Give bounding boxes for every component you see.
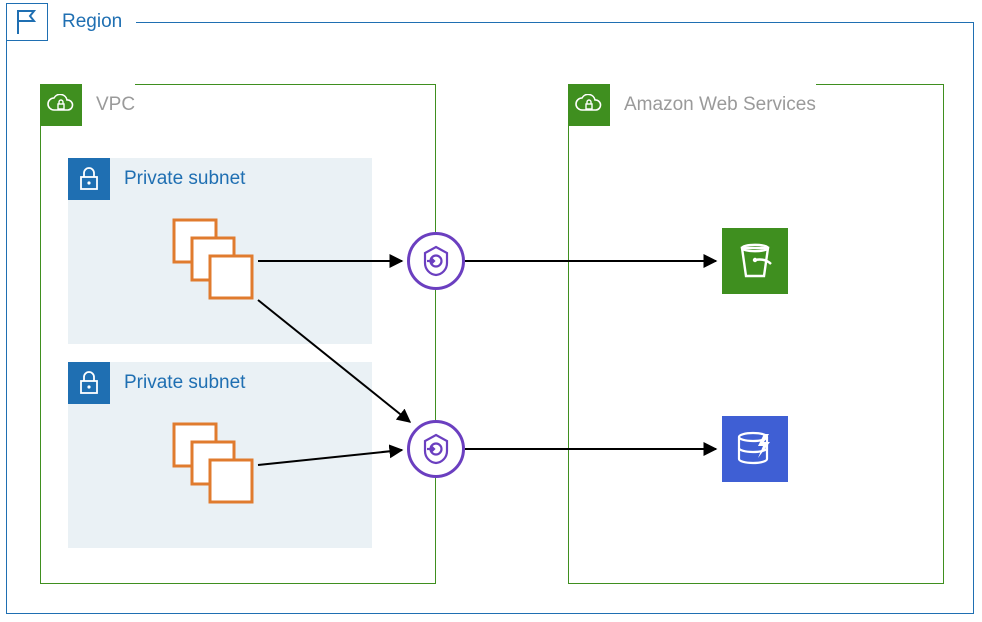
aws-header: Amazon Web Services [568,84,816,126]
vpc-label: VPC [96,94,135,116]
subnet-header: Private subnet [68,158,245,200]
subnet-label: Private subnet [124,168,245,190]
padlock-icon [68,158,110,200]
vpc-header: VPC [40,84,135,126]
cloud-lock-icon [568,84,610,126]
dynamodb-icon [722,416,788,482]
region-label: Region [62,11,122,33]
instances-icon [170,216,258,304]
aws-label: Amazon Web Services [624,94,816,116]
cloud-lock-icon [40,84,82,126]
vpc-endpoint-icon [407,420,465,478]
instances-icon [170,420,258,508]
diagram-stage: Region VPC Amazon Web Services [0,0,982,622]
vpc-endpoint-icon [407,232,465,290]
s3-bucket-icon [722,228,788,294]
flag-icon [6,3,48,41]
subnet-label: Private subnet [124,372,245,394]
subnet-header: Private subnet [68,362,245,404]
padlock-icon [68,362,110,404]
aws-container [568,84,944,584]
region-header: Region [6,3,136,41]
